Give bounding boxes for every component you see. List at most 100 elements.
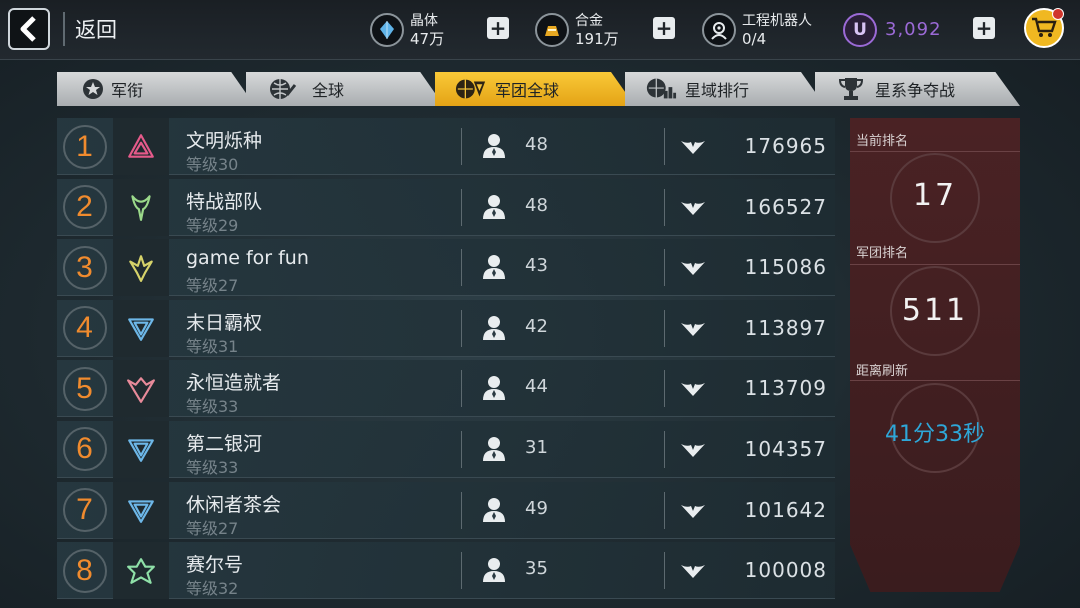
power-score: 166527 [744,194,827,219]
resource-currency: U 3,092 [843,8,942,52]
member-count: 35 [525,558,548,580]
legion-emblem-icon [128,318,154,342]
table-row[interactable]: 7 休闲者茶会 等级27 49 101642 [57,481,835,539]
back-label[interactable]: 返回 [75,14,117,44]
legion-emblem-icon [128,133,154,158]
top-bar: 返回 晶体 47万 + 合金 191万 + 工程机器人 0/4 U 3,092 … [0,0,1080,60]
rank-cell: 8 [57,542,112,599]
legion-emblem-icon [128,500,154,523]
members-icon [483,315,505,340]
members-icon [483,436,505,461]
rank-cell: 2 [57,179,112,236]
members-icon [483,497,505,522]
crystal-label: 晶体 [410,13,438,29]
u-coin-icon: U [843,13,877,47]
legion-level: 等级27 [186,276,239,296]
rank-cell: 7 [57,482,112,539]
rank-number: 4 [62,306,107,351]
table-row[interactable]: 4 末日霸权 等级31 42 113897 [57,299,835,357]
legion-emblem [113,360,169,418]
divider [664,430,665,468]
legion-emblem-icon [127,377,155,403]
crystal-icon [370,13,404,47]
refresh-timer: 41分33秒 [885,422,985,447]
legion-emblem-icon [128,439,154,463]
legion-emblem-icon [127,557,155,584]
divider [664,188,665,226]
divider [664,309,665,347]
crystal-value: 47万 [410,30,445,48]
alloy-value: 191万 [575,30,619,48]
divider [664,249,665,287]
members-icon [483,194,505,219]
trophy-icon [835,76,867,102]
divider [461,249,462,287]
robot-icon [702,13,736,47]
divider [461,552,462,590]
legion-emblem [113,299,169,357]
back-button[interactable] [8,8,50,50]
legion-level: 等级32 [186,579,239,599]
alloy-label: 合金 [575,13,603,29]
tab-galaxy-ranking[interactable]: 星域排行 [625,72,825,106]
legion-globe-icon [455,76,487,102]
add-crystal-button[interactable]: + [487,17,509,39]
current-rank-label: 当前排名 [856,134,909,149]
wings-icon [681,262,705,276]
table-row[interactable]: 6 第二银河 等级33 31 104357 [57,420,835,478]
table-row[interactable]: 5 永恒造就者 等级33 44 113709 [57,360,835,418]
alloy-icon [535,13,569,47]
rank-number: 5 [62,366,107,411]
table-row[interactable]: 1 文明烁种 等级30 48 176965 [57,118,835,175]
power-score: 115086 [744,255,827,280]
legion-emblem [113,481,169,539]
rank-badge-icon [77,76,109,102]
rank-number: 1 [62,124,107,169]
rank-cell: 1 [57,118,112,175]
legion-name: 特战部队 [186,190,263,213]
power-score: 113709 [744,376,827,401]
table-row[interactable]: 2 特战部队 等级29 48 166527 [57,178,835,236]
rank-number: 7 [62,488,107,533]
robot-label: 工程机器人 [742,13,812,29]
tab-global[interactable]: 全球 [246,72,444,106]
wings-icon [681,504,705,518]
divider [850,380,1020,381]
legion-emblem [113,178,169,236]
tab-galaxy-battle[interactable]: 星系争夺战 [815,72,1020,106]
legion-level: 等级27 [186,518,239,538]
members-icon [483,255,505,280]
legion-name: game for fun [186,247,309,270]
legion-level: 等级29 [186,215,239,235]
ranking-list[interactable]: 1 文明烁种 等级30 48 176965 2 特战部队 等级29 48 166… [57,118,835,603]
wings-icon [681,141,705,154]
current-rank-value: 17 [912,178,958,213]
member-count: 42 [525,315,548,337]
table-row[interactable]: 8 赛尔号 等级32 35 100008 [57,542,835,600]
members-icon [483,376,505,401]
member-count: 48 [525,194,548,216]
legion-rank-label: 军团排名 [856,246,909,261]
divider [664,552,665,590]
add-alloy-button[interactable]: + [653,17,675,39]
tab-legion-global[interactable]: 军团全球 [435,72,635,106]
divider [461,491,462,529]
legion-name: 永恒造就者 [186,372,282,395]
legion-level: 等级31 [186,336,239,356]
legion-rank-value: 511 [901,293,969,328]
divider [850,264,1020,265]
legion-name: 第二银河 [186,432,263,455]
resource-crystal: 晶体 47万 [370,8,444,52]
wings-icon [681,443,705,457]
legion-emblem [113,118,169,175]
tab-label: 星域排行 [685,81,750,100]
shop-button[interactable] [1024,8,1064,48]
tab-rank[interactable]: 军衔 [57,72,255,106]
power-score: 176965 [744,134,827,158]
legion-name: 休闲者茶会 [186,493,282,516]
table-row[interactable]: 3 game for fun 等级27 43 115086 [57,239,835,297]
legion-emblem [113,420,169,478]
divider [664,128,665,165]
add-currency-button[interactable]: + [973,17,995,39]
divider [461,370,462,408]
